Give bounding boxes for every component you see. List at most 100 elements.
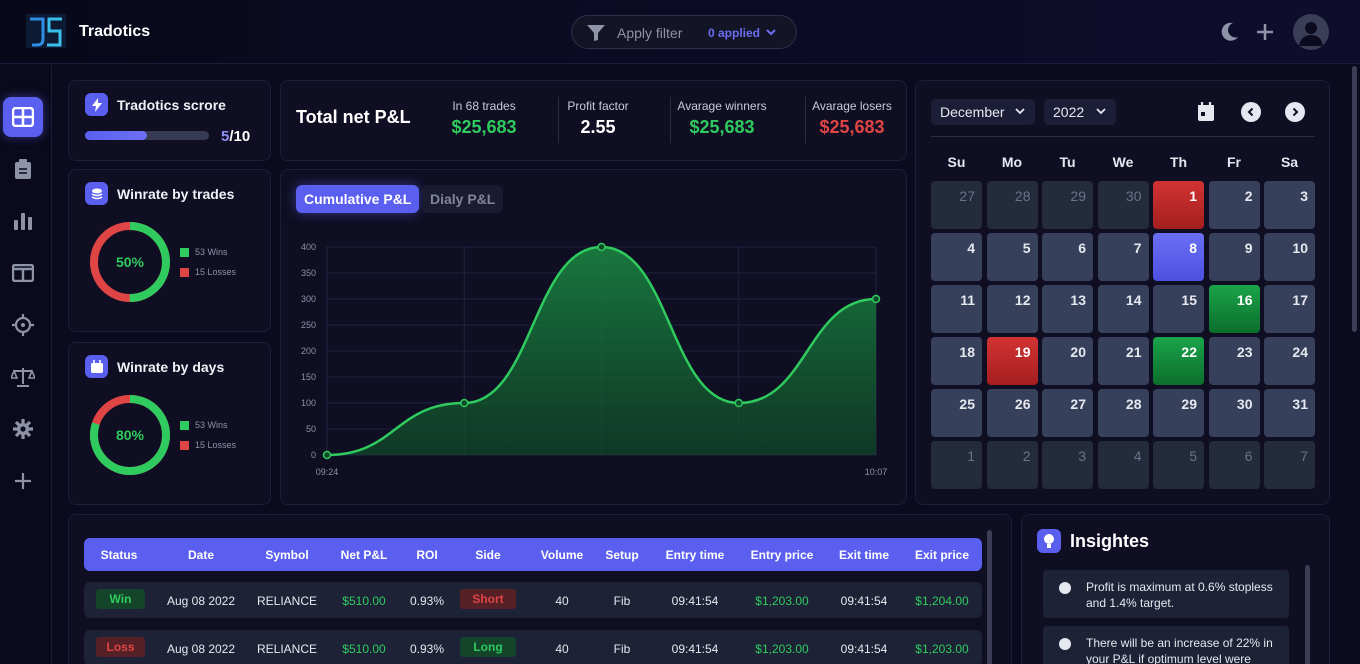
calendar-day[interactable]: 5 [1153,441,1204,489]
y-tick-label: 0 [311,450,316,460]
stat-avg-losers: Avarage losers $25,683 [804,99,900,138]
calendar-day[interactable]: 1 [931,441,982,489]
calendar-day[interactable]: 27 [1042,389,1093,437]
winrate-days-card: Winrate by days 80% 53 Wins 15 Losses [68,342,271,505]
column-header[interactable]: Setup [605,548,639,562]
column-header[interactable]: Symbol [247,548,327,562]
sidebar-item-target[interactable] [3,305,43,345]
calendar-day[interactable]: 19 [986,337,1038,385]
weekday-label: We [1112,154,1134,170]
calendar-day[interactable]: 22 [1153,337,1204,385]
insights-card: Insightes Profit is maximum at 0.6% stop… [1021,514,1330,664]
apply-filter-button[interactable]: Apply filter 0 applied [571,15,797,49]
calendar-day[interactable]: 28 [1097,389,1149,437]
calendar-icon[interactable] [1197,102,1215,122]
calendar-day[interactable]: 2 [1208,181,1260,229]
calendar-day[interactable]: 3 [1042,441,1093,489]
calendar-day[interactable]: 30 [1097,181,1149,229]
calendar-day[interactable]: 10 [1264,233,1315,281]
calendar-day[interactable]: 4 [1097,441,1149,489]
calendar-day[interactable]: 8 [1153,233,1204,281]
logo-icon[interactable] [26,14,66,48]
calendar-day[interactable]: 21 [1097,337,1149,385]
table-cell-exit-price: $1,204.00 [915,594,969,608]
data-point [597,242,606,252]
calendar-day[interactable]: 4 [931,233,982,281]
x-tick-label: 10:07 [865,467,888,477]
column-header[interactable]: Exit time [833,548,895,562]
column-header[interactable]: Volume [537,548,587,562]
calendar-day[interactable]: 16 [1208,285,1260,333]
month-select[interactable]: December [931,99,1035,125]
status-badge: Loss [96,637,145,657]
chevron-down-icon [1096,108,1106,115]
weekday-label: Tu [1059,154,1076,170]
calendar-day[interactable]: 13 [1042,285,1093,333]
calendar-day[interactable]: 25 [931,389,982,437]
sidebar-item-compare[interactable] [3,357,43,397]
sidebar-item-reports[interactable] [3,201,43,241]
stat-trades: In 68 trades $25,683 [431,99,537,138]
user-avatar[interactable] [1293,14,1329,50]
calendar-day[interactable]: 20 [1042,337,1093,385]
moon-icon[interactable] [1220,21,1240,43]
calendar-day[interactable]: 12 [986,285,1038,333]
column-header[interactable]: Status [84,548,154,562]
chevron-right-icon [1292,107,1299,117]
calendar-day[interactable]: 18 [931,337,982,385]
calendar-day[interactable]: 30 [1208,389,1260,437]
calendar-day[interactable]: 24 [1264,337,1315,385]
calendar-day[interactable]: 2 [986,441,1038,489]
calendar-day[interactable]: 9 [1208,233,1260,281]
table-row[interactable]: Win Aug 08 2022 RELIANCE $510.00 0.93% Short 4… [84,582,982,618]
table-cell-setup: Fib [613,642,631,656]
table-cell-entry-time: 09:41:54 [671,594,719,608]
sidebar-item-journal[interactable] [3,149,43,189]
table-row[interactable]: Loss Aug 08 2022 RELIANCE $510.00 0.93% Long 4… [84,630,982,664]
calendar-day[interactable]: 26 [986,389,1038,437]
calendar-day[interactable]: 15 [1153,285,1204,333]
calendar-day[interactable]: 7 [1097,233,1149,281]
calendar-day[interactable]: 27 [931,181,982,229]
column-header[interactable]: ROI [407,548,447,562]
calendar-day[interactable]: 29 [1153,389,1204,437]
calendar-day[interactable]: 23 [1208,337,1260,385]
calendar-day[interactable]: 11 [931,285,982,333]
calendar-day[interactable]: 29 [1042,181,1093,229]
sidebar-item-settings[interactable] [3,409,43,449]
table-scrollbar[interactable] [987,530,992,664]
column-header[interactable]: Net P&L [334,548,394,562]
insights-scrollbar[interactable] [1305,565,1310,664]
column-header[interactable]: Entry price [744,548,820,562]
chevron-left-icon [1247,107,1254,117]
sidebar-item-layout[interactable] [3,253,43,293]
column-header[interactable]: Side [465,548,511,562]
score-progress-fill [85,131,147,140]
sidebar-item-add[interactable] [3,461,43,501]
y-tick-label: 400 [301,242,316,252]
column-header[interactable]: Entry time [660,548,730,562]
data-point [322,450,332,460]
y-tick-label: 250 [301,320,316,330]
next-month-button[interactable] [1285,102,1305,122]
calendar-day[interactable]: 17 [1264,285,1315,333]
column-header[interactable]: Date [161,548,241,562]
calendar-day[interactable]: 31 [1264,389,1315,437]
calendar-day[interactable]: 5 [986,233,1038,281]
insight-item[interactable]: There will be an increase of 22% in your… [1043,626,1289,664]
sidebar-item-dashboard[interactable] [3,97,43,137]
y-tick-label: 300 [301,294,316,304]
insight-item[interactable]: Profit is maximum at 0.6% stopless and 1… [1043,570,1289,618]
prev-month-button[interactable] [1241,102,1261,122]
page-scrollbar[interactable] [1352,66,1357,332]
column-header[interactable]: Exit price [907,548,977,562]
calendar-day[interactable]: 7 [1264,441,1315,489]
year-select[interactable]: 2022 [1044,99,1116,125]
calendar-day[interactable]: 6 [1208,441,1260,489]
calendar-day[interactable]: 1 [1153,181,1204,229]
calendar-day[interactable]: 3 [1264,181,1315,229]
calendar-day[interactable]: 6 [1042,233,1093,281]
calendar-day[interactable]: 28 [986,181,1038,229]
plus-icon[interactable] [1255,21,1275,43]
calendar-day[interactable]: 14 [1097,285,1149,333]
